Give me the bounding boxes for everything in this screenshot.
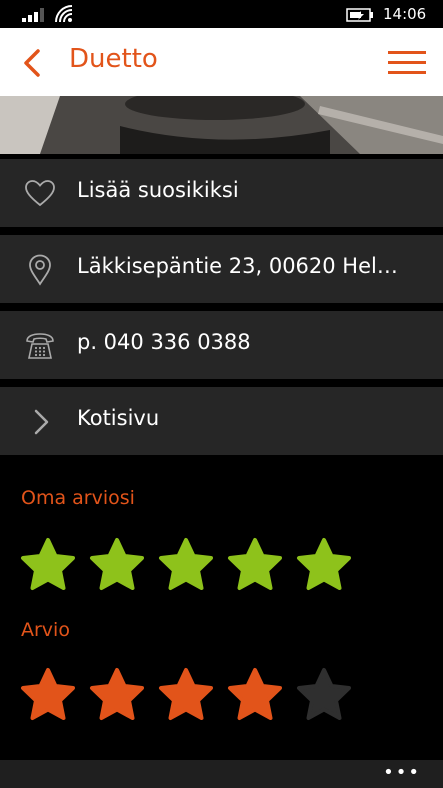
more-options-button[interactable]: ••• xyxy=(383,762,421,783)
map-pin-icon xyxy=(29,254,51,286)
own-rating-stars[interactable] xyxy=(20,537,365,593)
clock: 14:06 xyxy=(383,5,427,23)
signal-strength-icon xyxy=(22,8,44,22)
wifi-icon xyxy=(55,5,73,23)
add-favorite-button[interactable]: Lisää suosikiksi xyxy=(0,159,443,227)
add-favorite-label: Lisää suosikiksi xyxy=(77,178,239,202)
page-title: Duetto xyxy=(69,44,158,74)
bottom-app-bar: ••• xyxy=(0,760,443,788)
telephone-icon xyxy=(26,333,54,359)
chevron-right-icon xyxy=(34,409,49,435)
address-row[interactable]: Läkkisepäntie 23, 00620 Hel… xyxy=(0,235,443,303)
average-rating-stars xyxy=(20,667,365,723)
star-icon[interactable] xyxy=(296,537,352,593)
app-bar: Duetto xyxy=(0,28,443,96)
star-icon[interactable] xyxy=(158,537,214,593)
star-icon[interactable] xyxy=(20,537,76,593)
heart-icon xyxy=(25,180,55,207)
header-photo xyxy=(0,96,443,154)
phone-label: p. 040 336 0388 xyxy=(77,330,251,354)
website-label: Kotisivu xyxy=(77,406,160,430)
website-row[interactable]: Kotisivu xyxy=(0,387,443,455)
star-icon[interactable] xyxy=(227,537,283,593)
rating-heading: Arvio xyxy=(21,619,70,641)
star-icon xyxy=(159,668,213,720)
star-icon xyxy=(21,668,75,720)
address-label: Läkkisepäntie 23, 00620 Hel… xyxy=(77,254,398,278)
back-arrow-icon[interactable] xyxy=(18,48,48,78)
battery-charging-icon xyxy=(346,8,373,22)
own-rating-heading: Oma arviosi xyxy=(21,487,135,509)
star-icon xyxy=(297,668,351,720)
hamburger-menu-icon[interactable] xyxy=(388,50,426,76)
star-icon xyxy=(228,668,282,720)
phone-row[interactable]: p. 040 336 0388 xyxy=(0,311,443,379)
status-bar: 14:06 xyxy=(0,0,443,28)
star-icon[interactable] xyxy=(89,537,145,593)
star-icon xyxy=(90,668,144,720)
